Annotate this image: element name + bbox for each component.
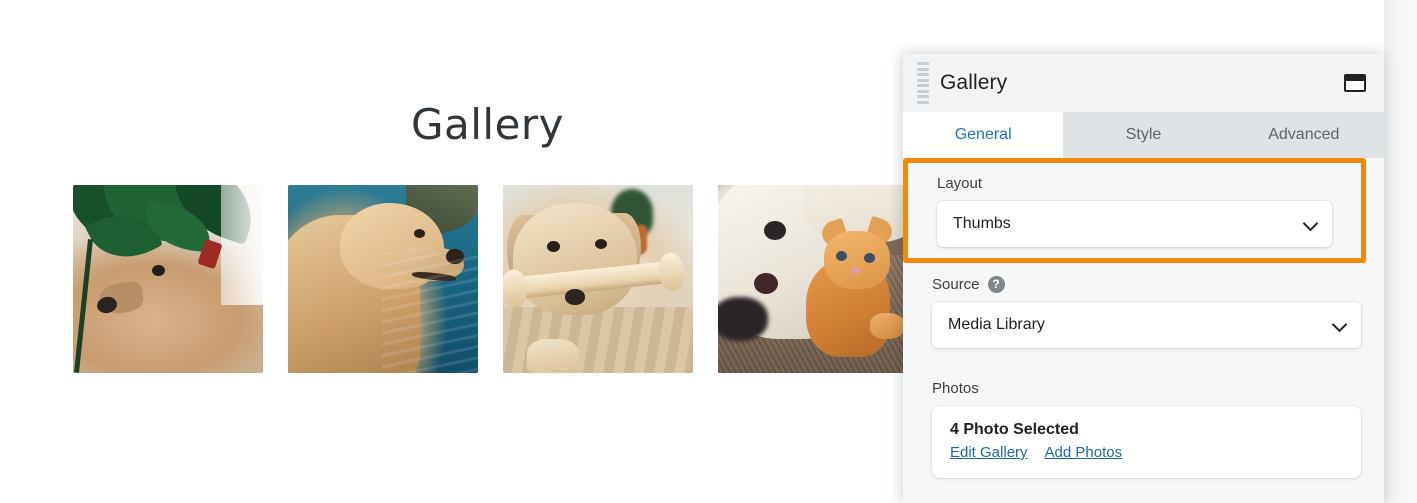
gallery-photo-4[interactable]	[718, 185, 903, 373]
photos-selected-count: 4 Photo Selected	[950, 421, 1079, 438]
tab-advanced[interactable]: Advanced	[1223, 112, 1384, 158]
panel-outer-margin	[1384, 0, 1417, 503]
gallery-photo-1[interactable]	[73, 185, 263, 373]
source-select-value: Media Library	[948, 316, 1045, 333]
photos-links: Edit Gallery Add Photos	[950, 444, 1343, 461]
layout-setting-highlight: Layout Thumbs	[903, 158, 1366, 263]
panel-tabs: General Style Advanced	[903, 112, 1384, 158]
edit-gallery-link[interactable]: Edit Gallery	[950, 444, 1028, 461]
layout-label: Layout	[937, 175, 983, 192]
window-layout-icon[interactable]	[1344, 74, 1366, 92]
source-label-row: Source ?	[932, 276, 1361, 293]
source-select[interactable]: Media Library	[932, 302, 1361, 348]
layout-select-value: Thumbs	[953, 215, 1011, 232]
screen-root: Gallery Gallery General Style Advanced L…	[0, 0, 1417, 503]
help-icon[interactable]: ?	[987, 276, 1005, 293]
tab-general[interactable]: General	[903, 112, 1064, 158]
gallery-photo-3[interactable]	[503, 185, 693, 373]
panel-body: Layout Thumbs Source ? Media Library Pho…	[903, 158, 1384, 503]
source-label: Source	[932, 276, 980, 293]
gallery-settings-panel: Gallery General Style Advanced Layout Th…	[903, 54, 1384, 503]
chevron-down-icon	[1304, 217, 1318, 231]
photos-card: 4 Photo Selected Edit Gallery Add Photos	[932, 406, 1361, 478]
photos-setting: Photos 4 Photo Selected Edit Gallery Add…	[932, 380, 1361, 478]
photos-label: Photos	[932, 380, 979, 397]
drag-handle-icon[interactable]	[917, 62, 929, 104]
panel-header: Gallery	[903, 54, 1384, 112]
gallery-thumbnail-row	[73, 185, 903, 373]
panel-title: Gallery	[940, 71, 1008, 94]
add-photos-link[interactable]: Add Photos	[1045, 444, 1123, 461]
chevron-down-icon	[1333, 318, 1347, 332]
layout-select[interactable]: Thumbs	[937, 201, 1332, 247]
page-title: Gallery	[410, 100, 565, 149]
page-canvas: Gallery	[0, 0, 903, 503]
panel-header-actions	[1344, 74, 1366, 92]
tab-style[interactable]: Style	[1063, 112, 1224, 158]
source-setting: Source ? Media Library	[932, 276, 1361, 348]
gallery-photo-2[interactable]	[288, 185, 478, 373]
